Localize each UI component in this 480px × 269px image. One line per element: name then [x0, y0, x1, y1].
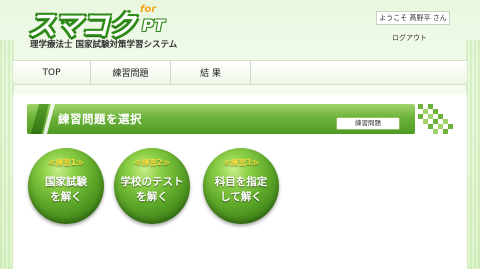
practice-1-badge: ≪練習1≫ [48, 158, 84, 167]
practice-3-button[interactable]: ≪練習3≫ 科目を指定 して解く [203, 148, 279, 224]
section-tag: 練習問題 [336, 117, 400, 130]
practice-2-badge: ≪練習2≫ [134, 158, 170, 167]
practice-3-label: 科目を指定 して解く [214, 176, 268, 203]
nav-item-top[interactable]: TOP [13, 61, 91, 84]
main-nav: TOP 練習問題 結 果 [13, 60, 467, 85]
practice-3-badge: ≪練習3≫ [223, 158, 259, 167]
nav-item-practice[interactable]: 練習問題 [91, 61, 171, 84]
welcome-message: ようこそ 髙野平 さん [376, 11, 450, 25]
practice-2-button[interactable]: ≪練習2≫ 学校のテスト を解く [114, 148, 190, 224]
logout-link[interactable]: ログアウト [392, 33, 427, 43]
logo-for-text: for [140, 4, 157, 15]
nav-item-results[interactable]: 結 果 [171, 61, 251, 84]
header: スマコク for PT 理学療法士 国家試験対策学習システム ようこそ 髙野平 … [0, 0, 480, 56]
practice-2-label: 学校のテスト を解く [120, 176, 184, 203]
left-decoration-stripes [0, 40, 14, 269]
practice-1-label: 国家試験 を解く [45, 176, 87, 203]
checker-decoration [418, 104, 453, 134]
section-title: 練習問題を選択 [58, 112, 142, 126]
app-tagline: 理学療法士 国家試験対策学習システム [30, 40, 178, 50]
practice-1-button[interactable]: ≪練習1≫ 国家試験 を解く [28, 148, 104, 224]
right-decoration-stripes [466, 40, 480, 269]
logo-pt-text: PT [142, 16, 165, 35]
